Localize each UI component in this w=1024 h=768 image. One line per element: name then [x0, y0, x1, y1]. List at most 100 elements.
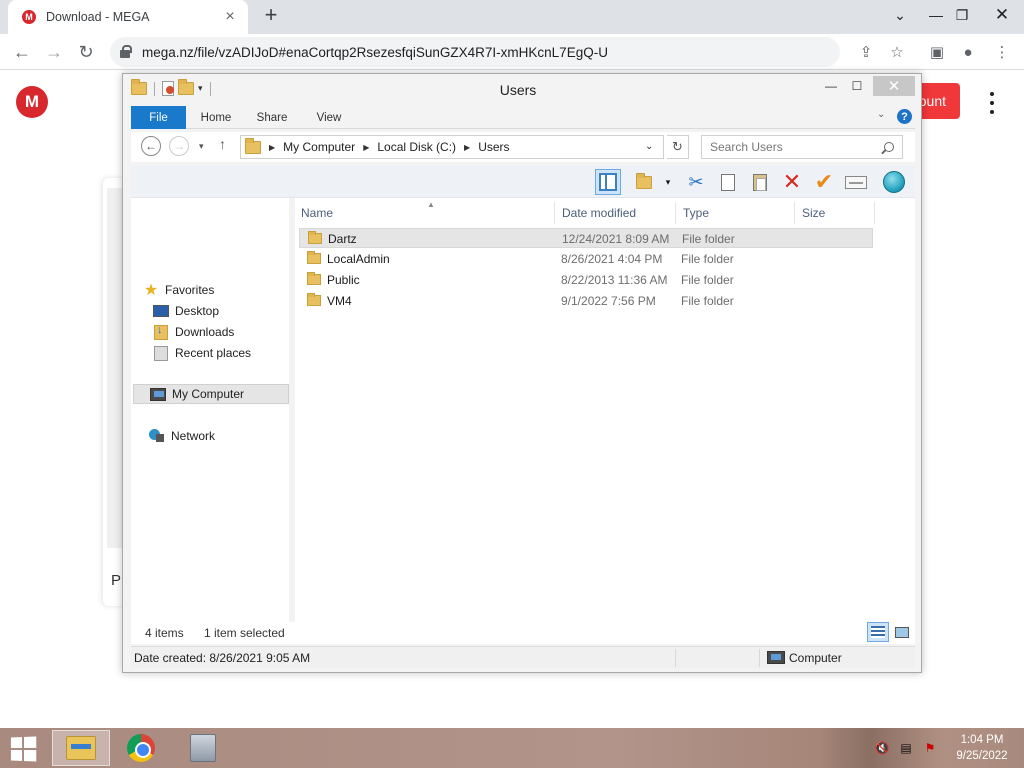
details-view-icon [871, 626, 885, 638]
network-globe-button[interactable] [881, 169, 907, 195]
large-icons-view-button[interactable] [891, 622, 913, 642]
nav-network[interactable]: Network [131, 426, 287, 446]
share-icon[interactable]: ⇪ [856, 42, 876, 62]
windows-start-icon[interactable] [10, 736, 38, 762]
copy-button[interactable] [715, 169, 741, 195]
large-icons-view-icon [895, 626, 909, 638]
search-users-input[interactable]: Search Users [701, 135, 903, 159]
file-date: 9/1/2022 7:56 PM [561, 294, 656, 308]
status-bar: 4 items 1 item selected [131, 622, 915, 644]
mega-logo-icon[interactable]: M [16, 86, 48, 118]
delete-icon[interactable]: ✕ [779, 169, 805, 195]
chevron-right-icon[interactable]: ▶ [269, 143, 275, 152]
cut-icon[interactable]: ✂ [683, 169, 709, 195]
rename-button[interactable] [843, 169, 869, 195]
up-arrow-icon[interactable]: ↑ [219, 136, 226, 152]
pane-icon [599, 173, 617, 191]
table-row[interactable]: Public 8/22/2013 11:36 AM File folder [299, 270, 873, 290]
table-row[interactable]: VM4 9/1/2022 7:56 PM File folder [299, 291, 873, 311]
taskbar-file-explorer[interactable] [52, 730, 110, 766]
bookmark-star-icon[interactable]: ☆ [887, 42, 907, 62]
refresh-icon[interactable]: ↻ [667, 135, 689, 159]
nav-label: Downloads [175, 325, 235, 339]
breadcrumb-my-computer[interactable]: My Computer [283, 140, 355, 154]
address-bar[interactable]: mega.nz/file/vzADIJoD#enaCortqp2Rsezesfq… [110, 37, 840, 67]
nav-favorites[interactable]: ★ Favorites [131, 280, 287, 300]
clock-time: 1:04 PM [960, 734, 1004, 746]
mega-menu-icon[interactable] [982, 92, 1002, 114]
chevron-right-icon[interactable]: ▶ [464, 143, 470, 152]
explorer-minimize-icon[interactable]: — [817, 76, 845, 96]
nav-recent-places[interactable]: Recent places [153, 343, 287, 363]
nav-my-computer[interactable]: My Computer [133, 384, 289, 404]
chevron-right-icon[interactable]: ▶ [363, 143, 369, 152]
browser-tab[interactable]: M Download - MEGA × [8, 0, 248, 34]
tab-file[interactable]: File [131, 106, 186, 129]
status-divider [759, 649, 760, 667]
reload-icon[interactable]: ↻ [74, 40, 98, 64]
recent-locations-icon[interactable]: ▾ [199, 141, 204, 152]
paste-button[interactable] [747, 169, 773, 195]
address-breadcrumb[interactable]: ▶ My Computer ▶ Local Disk (C:) ▶ Users … [240, 135, 664, 159]
column-header-size[interactable]: Size [796, 202, 875, 224]
forward-arrow-icon[interactable]: → [42, 40, 66, 64]
navigation-bar: ← → ▾ ↑ ▶ My Computer ▶ Local Disk (C:) … [131, 132, 915, 162]
recent-places-icon [153, 345, 169, 361]
close-window-icon[interactable]: ✕ [984, 0, 1020, 30]
computer-icon [150, 387, 166, 401]
breadcrumb-users[interactable]: Users [478, 140, 509, 154]
tab-share[interactable]: Share [251, 106, 293, 129]
tab-search-chevron-icon[interactable]: ⌄ [882, 0, 918, 30]
zone-label: Computer [789, 651, 842, 665]
rename-icon [845, 175, 867, 189]
back-icon[interactable]: ← [141, 136, 161, 156]
expand-ribbon-icon[interactable]: ⌄ [877, 109, 885, 120]
profile-avatar-icon[interactable]: ● [958, 42, 978, 62]
explorer-titlebar[interactable]: ▾ Users — ☐ ✕ [123, 74, 921, 104]
file-date: 12/24/2021 8:09 AM [562, 232, 670, 246]
forward-icon[interactable]: → [169, 136, 189, 156]
nav-downloads[interactable]: Downloads [153, 322, 287, 342]
details-view-button[interactable] [867, 622, 889, 642]
restore-icon[interactable]: ❐ [944, 0, 980, 30]
table-row[interactable]: LocalAdmin 8/26/2021 4:04 PM File folder [299, 249, 873, 269]
browser-menu-icon[interactable]: ⋮ [992, 42, 1012, 62]
tab-view[interactable]: View [309, 106, 349, 129]
file-type: File folder [682, 232, 735, 246]
column-header-date[interactable]: Date modified [556, 202, 676, 224]
lock-icon[interactable] [120, 45, 132, 59]
selection-count: 1 item selected [204, 626, 285, 640]
column-header-name[interactable]: Name ▲ [295, 200, 555, 224]
back-arrow-icon[interactable]: ← [10, 40, 34, 64]
address-dropdown-icon[interactable]: ⌄ [645, 141, 653, 152]
new-folder-dropdown-icon[interactable]: ▾ [655, 169, 681, 195]
explorer-close-button[interactable]: ✕ [873, 76, 915, 96]
preview-pane-button[interactable] [595, 169, 621, 195]
help-icon[interactable]: ? [897, 109, 912, 124]
taskbar-chrome[interactable] [112, 730, 170, 766]
explorer-maximize-icon[interactable]: ☐ [843, 76, 871, 96]
item-count: 4 items [145, 626, 184, 640]
command-bar: ▾ ✂ ✕ ✔ [131, 166, 915, 198]
new-folder-button[interactable] [631, 169, 657, 195]
apply-check-icon[interactable]: ✔ [811, 169, 837, 195]
breadcrumb-local-disk[interactable]: Local Disk (C:) [377, 140, 456, 154]
table-row[interactable]: Dartz 12/24/2021 8:09 AM File folder [299, 228, 873, 248]
volume-muted-icon[interactable]: 🔇 [874, 741, 890, 755]
taskbar-disk-cleaner[interactable] [174, 730, 232, 766]
action-center-icon[interactable]: ⚑ [922, 741, 938, 755]
file-date: 8/26/2021 4:04 PM [561, 252, 663, 266]
network-tray-icon[interactable]: ▤ [898, 741, 914, 755]
column-label: Name [301, 206, 334, 220]
date-created: Date created: 8/26/2021 9:05 AM [134, 651, 311, 665]
folder-icon [307, 293, 321, 306]
close-tab-icon[interactable]: × [222, 9, 238, 25]
side-panel-icon[interactable]: ▣ [927, 42, 947, 62]
new-tab-icon[interactable]: + [260, 4, 282, 27]
nav-desktop[interactable]: Desktop [153, 301, 287, 321]
tab-home[interactable]: Home [195, 106, 237, 129]
downloads-icon [153, 324, 169, 340]
search-icon[interactable] [884, 142, 894, 152]
system-clock[interactable]: 1:04 PM 9/25/2022 [950, 732, 1014, 764]
column-header-type[interactable]: Type [677, 202, 795, 224]
